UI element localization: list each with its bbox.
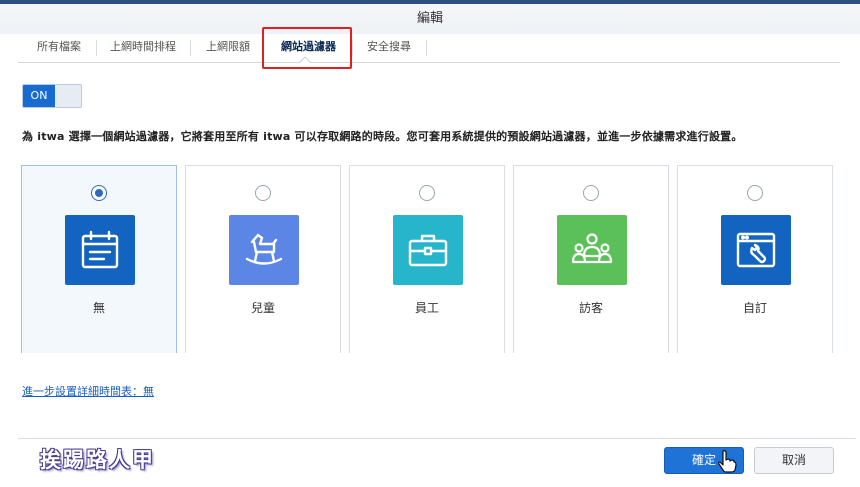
filter-radio-employee[interactable] [419,185,435,201]
filter-radio-custom[interactable] [747,185,763,201]
tab-divider [352,40,353,56]
web-filter-description: 為 itwa 選擇一個網站過濾器，它將套用至所有 itwa 可以存取網路的時段。… [22,130,743,143]
briefcase-icon [393,215,463,285]
tab-online-quota[interactable]: 上網限額 [206,34,250,62]
tab-divider [426,40,427,56]
filter-radio-none[interactable] [91,185,107,201]
hand-cursor-icon [718,450,737,473]
annotation-highlight-box [262,27,352,69]
filter-label-employee: 員工 [414,301,439,315]
filter-radio-kids[interactable] [255,185,271,201]
watermark-logo: 挨踢路人甲 [40,447,155,472]
filter-card-none[interactable]: 無 [21,165,177,353]
tab-online-schedule[interactable]: 上網時間排程 [110,34,176,62]
filter-label-none: 無 [92,301,105,315]
filter-card-custom[interactable]: 自訂 [677,165,833,353]
browser-wrench-icon [721,215,791,285]
tab-divider [190,40,191,56]
filter-card-guest[interactable]: 訪客 [513,165,669,353]
cancel-button[interactable]: 取消 [754,447,834,474]
tab-divider [96,40,97,56]
rocking-horse-icon [229,215,299,285]
web-filter-toggle[interactable]: ON [22,84,82,108]
filter-label-kids: 兒童 [250,301,275,315]
footer-divider [18,438,856,439]
toggle-on-label: ON [23,85,55,107]
filter-label-guest: 訪客 [578,301,603,315]
filter-card-employee[interactable]: 員工 [349,165,505,353]
tab-all-files[interactable]: 所有檔案 [37,34,81,62]
tab-bar: 所有檔案 上網時間排程 上網限額 網站過濾器 安全搜尋 [18,34,840,63]
schedule-detail-link[interactable]: 進一步設置詳細時間表：無 [22,383,154,399]
filter-card-kids[interactable]: 兒童 [185,165,341,353]
filter-radio-guest[interactable] [583,185,599,201]
calendar-icon [65,215,135,285]
dialog-title: 編輯 [0,4,860,34]
tab-safe-search[interactable]: 安全搜尋 [367,34,411,62]
group-icon [557,215,627,285]
filter-label-custom: 自訂 [742,301,767,315]
